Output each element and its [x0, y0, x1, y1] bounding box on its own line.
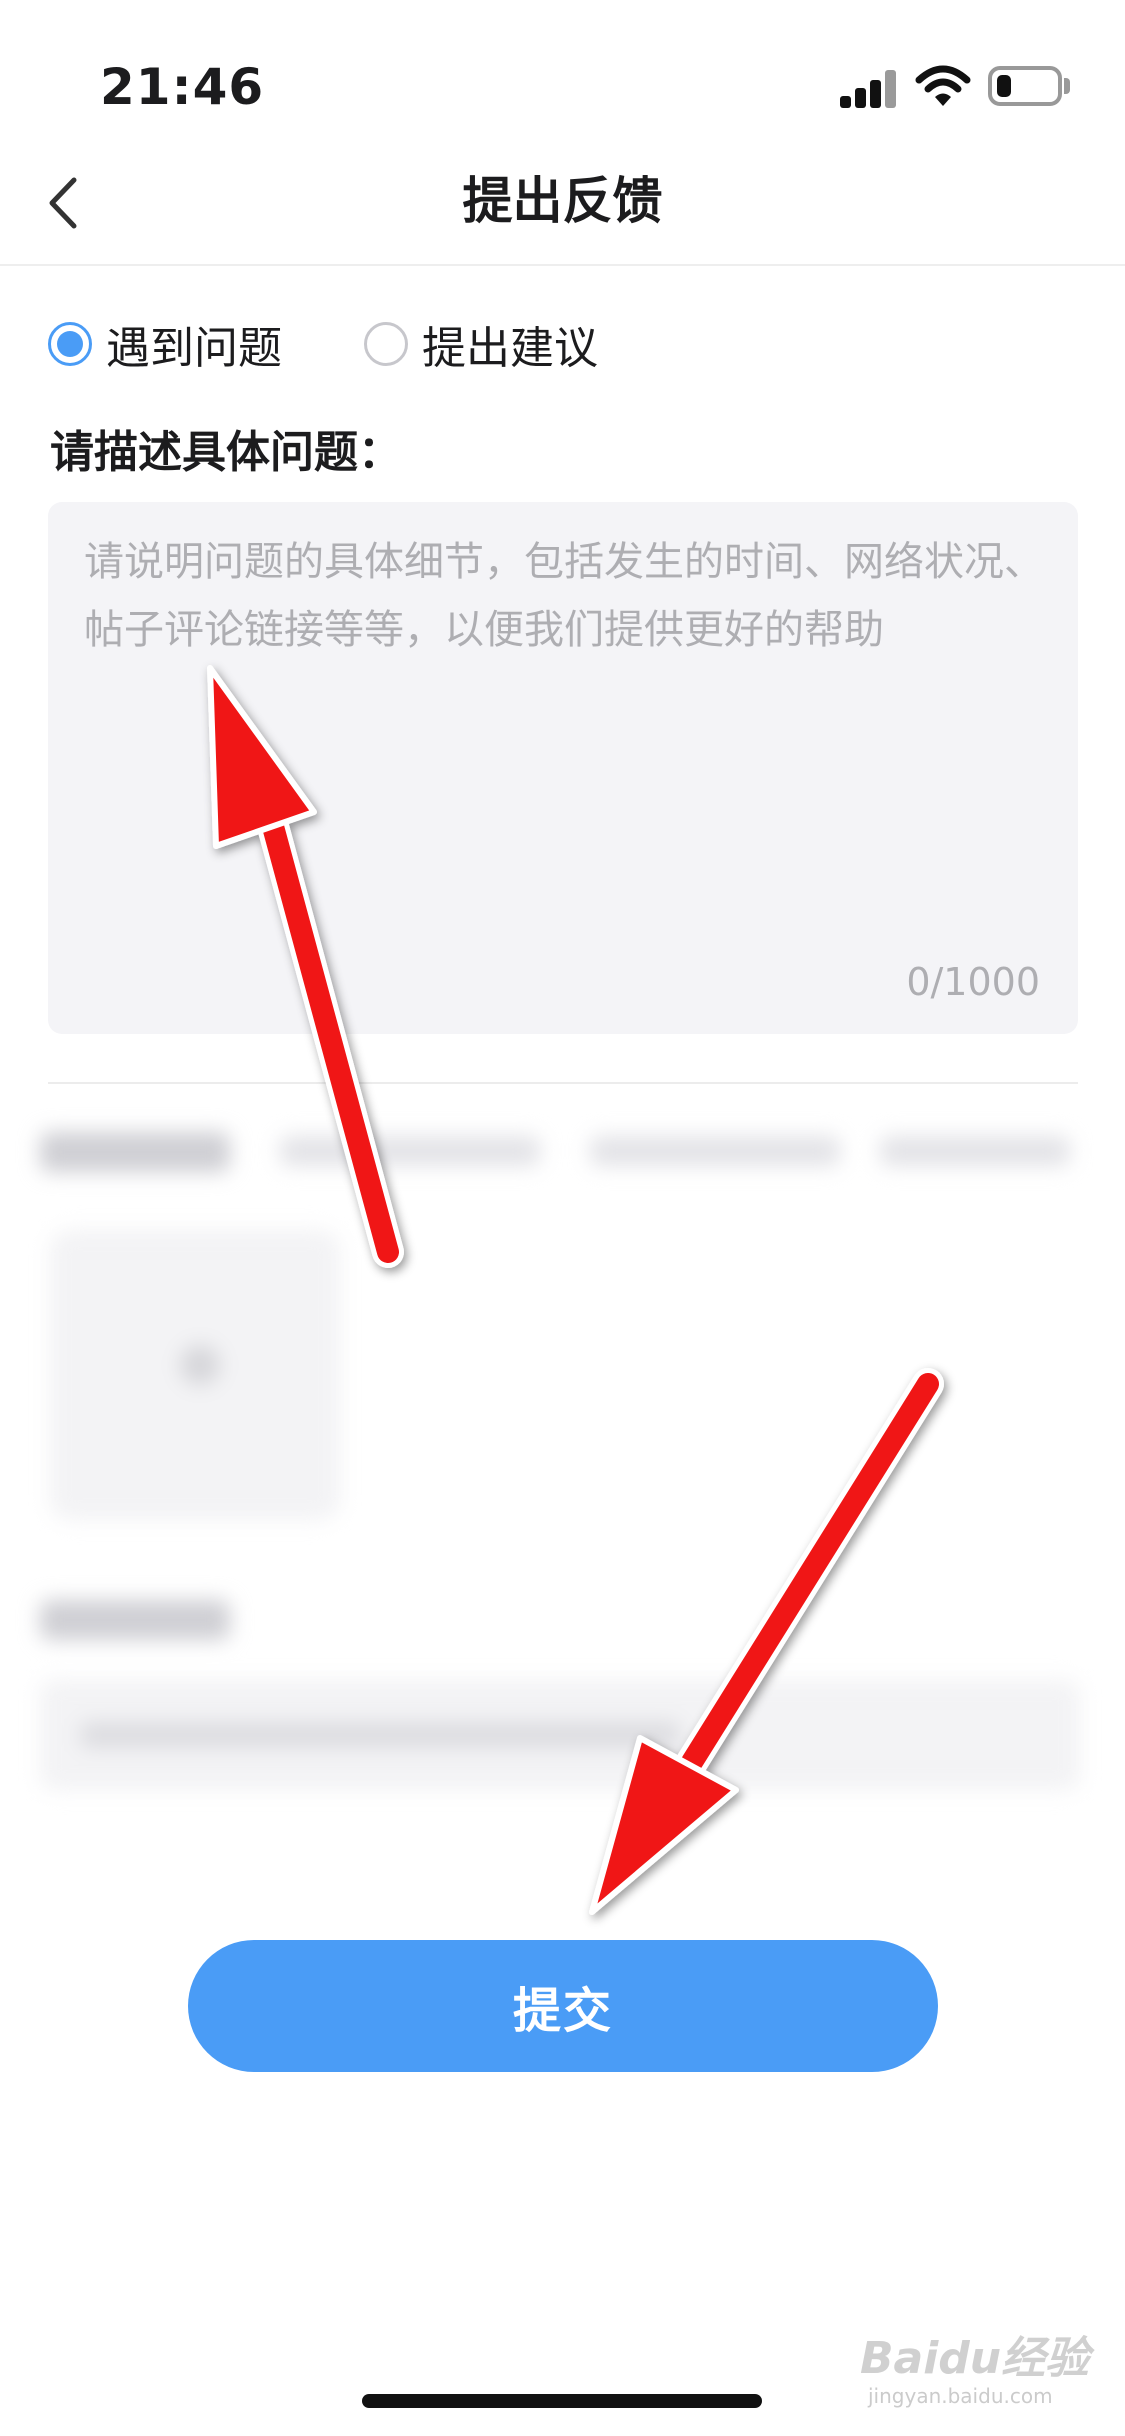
battery-cap: [1064, 78, 1070, 94]
radio-option-suggestion[interactable]: 提出建议: [364, 312, 598, 376]
blurred-heading: [40, 1132, 230, 1172]
description-label: 请描述具体问题：: [50, 427, 402, 478]
radio-label: 提出建议: [422, 323, 598, 374]
submit-button[interactable]: 提交: [188, 1940, 938, 2072]
battery-icon: [988, 66, 1062, 106]
divider: [48, 1082, 1078, 1084]
status-time: 21:46: [100, 58, 265, 116]
blurred-text: [590, 1136, 840, 1166]
baidu-watermark: Baidu经验 jingyan.baidu.com: [860, 2300, 1100, 2410]
cellular-signal-icon: [840, 70, 898, 108]
radio-option-problem[interactable]: 遇到问题: [48, 312, 282, 376]
watermark-text: Baidu经验: [860, 2333, 1090, 2384]
radio-unchecked-icon: [364, 322, 408, 366]
blurred-text: [880, 1136, 1070, 1166]
description-box: 0/1000: [48, 502, 1078, 1034]
watermark-sub: jingyan.baidu.com: [868, 2384, 1053, 2408]
radio-checked-icon: [48, 322, 92, 366]
page-title: 提出反馈: [462, 172, 663, 230]
blurred-heading: [40, 1600, 230, 1640]
blurred-section: [40, 1110, 1090, 1810]
home-indicator: [362, 2394, 762, 2408]
blurred-text: [280, 1136, 540, 1166]
plus-icon: [180, 1345, 220, 1385]
blurred-text: [80, 1722, 680, 1748]
radio-label: 遇到问题: [106, 323, 282, 374]
char-counter: 0/1000: [906, 960, 1040, 1004]
status-bar: 21:46: [0, 0, 1125, 140]
description-textarea[interactable]: [84, 528, 1044, 948]
wifi-icon: [915, 65, 971, 106]
nav-bar: 提出反馈: [0, 140, 1125, 266]
